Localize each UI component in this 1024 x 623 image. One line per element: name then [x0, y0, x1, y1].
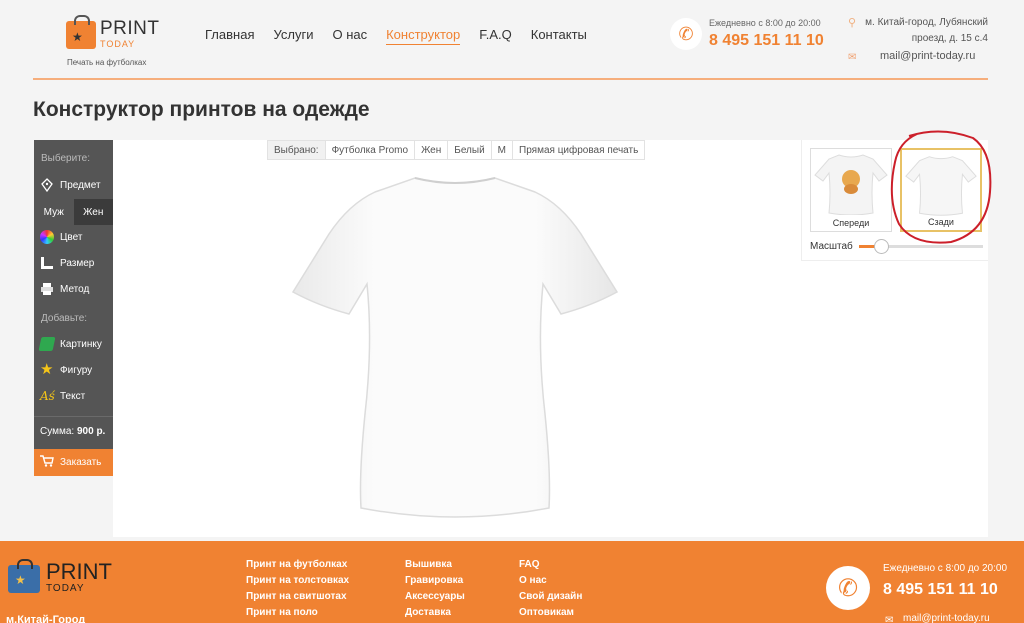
footer-col-services: Вышивка Гравировка Аксессуары Доставка [405, 557, 465, 621]
footer-link[interactable]: FAQ [519, 557, 582, 573]
logo-print-text: PRINT [100, 18, 160, 39]
footer-logo-icon: ★ [8, 559, 40, 593]
selection-label: Выбрано: [268, 141, 325, 159]
sum-label: Сумма: [40, 426, 75, 437]
sidebar-item-label: Картинку [60, 338, 102, 350]
footer-link[interactable]: Вышивка [405, 557, 465, 573]
footer-phone[interactable]: 8 495 151 11 10 [883, 581, 998, 599]
view-panel-empty-area [801, 260, 988, 537]
selection-product: Футболка Promo [324, 141, 414, 159]
scale-slider-handle[interactable] [874, 239, 890, 254]
sidebar-item-shape[interactable]: ★ Фигуру [40, 361, 92, 379]
footer-link[interactable]: Оптовикам [519, 605, 582, 621]
sidebar-item-label: Цвет [60, 231, 83, 243]
design-canvas[interactable]: Выбрано: Футболка Promo Жен Белый M Прям… [113, 140, 801, 537]
header-email[interactable]: mail@print-today.ru [880, 50, 975, 62]
header-hours: Ежедневно с 8:00 до 20:00 [709, 18, 821, 28]
footer-link[interactable]: Свой дизайн [519, 589, 582, 605]
tshirt-front-thumb-image [814, 154, 888, 215]
sidebar-item-product[interactable]: Предмет [40, 176, 101, 194]
sidebar-item-size[interactable]: Размер [40, 254, 94, 272]
nav-home[interactable]: Главная [205, 27, 254, 45]
tshirt-back-image [291, 177, 619, 518]
footer-link[interactable]: Принт на поло [246, 605, 349, 621]
text-icon: Aś [40, 389, 55, 403]
nav-services[interactable]: Услуги [273, 27, 313, 45]
sex-toggle: Муж Жен [34, 199, 113, 225]
footer-col-info: FAQ О нас Свой дизайн Оптовикам [519, 557, 582, 621]
footer-link[interactable]: Принт на свитшотах [246, 589, 349, 605]
selection-method: Прямая цифровая печать [512, 141, 644, 159]
sum-value: 900 р. [76, 426, 106, 437]
ruler-icon [40, 256, 54, 270]
sidebar-item-picture[interactable]: Картинку [38, 335, 102, 353]
sex-female-button[interactable]: Жен [73, 199, 113, 225]
footer-phone-icon: ✆ [826, 566, 870, 610]
selection-size: M [490, 141, 512, 159]
star-icon: ★ [40, 361, 54, 378]
nav-contacts[interactable]: Контакты [531, 27, 587, 45]
sidebar-item-color[interactable]: Цвет [40, 228, 82, 246]
header-address: м. Китай-город, Лубянский проезд, д. 15 … [865, 17, 988, 44]
sidebar-item-label: Текст [60, 390, 86, 402]
footer-link[interactable]: Принт на футболках [246, 557, 349, 573]
nav-constructor[interactable]: Конструктор [386, 27, 461, 45]
sidebar-item-label: Фигуру [60, 364, 93, 376]
sidebar-divider [34, 416, 113, 417]
cart-icon [40, 455, 54, 470]
sidebar-item-label: Метод [60, 283, 90, 295]
mail-icon: ✉ [848, 52, 857, 63]
pen-nib-icon [40, 178, 54, 193]
footer-logo-today: TODAY [46, 583, 85, 594]
logo-tagline: Печать на футболках [67, 58, 147, 67]
selection-sex: Жен [414, 141, 447, 159]
header-divider [33, 78, 988, 80]
phone-icon: ✆ [670, 18, 702, 50]
order-sum: Сумма: 900 р. [40, 426, 105, 437]
sidebar-item-method[interactable]: Метод [40, 280, 89, 298]
header-phone[interactable]: 8 495 151 11 10 [709, 32, 824, 50]
footer-link[interactable]: Гравировка [405, 573, 465, 589]
site-logo[interactable]: ★ PRINT TODAY Печать на футболках [66, 15, 176, 68]
logo-today-text: TODAY [100, 39, 136, 49]
page-title: Конструктор принтов на одежде [33, 98, 370, 121]
sidebar-item-label: Размер [60, 257, 95, 269]
footer-link[interactable]: О нас [519, 573, 582, 589]
sidebar-item-text[interactable]: Aś Текст [40, 387, 85, 405]
color-wheel-icon [40, 230, 54, 244]
choose-label: Выберите: [41, 153, 90, 164]
sex-male-button[interactable]: Муж [34, 199, 74, 225]
add-label: Добавьте: [41, 313, 88, 324]
order-button[interactable]: Заказать [34, 449, 113, 476]
nav-faq[interactable]: F.A.Q [479, 27, 512, 45]
footer-logo-print: PRINT [46, 559, 112, 584]
nav-about[interactable]: О нас [332, 27, 367, 45]
footer-metro: м.Китай-Город [6, 614, 86, 623]
annotation-circle [890, 130, 992, 244]
site-footer: ★ PRINT TODAY м.Китай-Город Принт на фут… [0, 541, 1024, 623]
constructor-sidebar: Выберите: Предмет Муж Жен Цвет Размер Ме… [34, 140, 113, 476]
footer-col-prints: Принт на футболках Принт на толстовках П… [246, 557, 349, 621]
scale-label: Масштаб [810, 241, 853, 252]
footer-link[interactable]: Доставка [405, 605, 465, 621]
footer-link[interactable]: Аксессуары [405, 589, 465, 605]
footer-hours: Ежедневно с 8:00 до 20:00 [883, 563, 1008, 574]
sidebar-item-label: Предмет [60, 179, 101, 191]
view-front-thumb[interactable]: Спереди [810, 148, 892, 232]
selection-color: Белый [447, 141, 490, 159]
footer-link[interactable]: Принт на толстовках [246, 573, 349, 589]
order-label: Заказать [60, 457, 102, 468]
picture-icon [38, 337, 56, 351]
selection-summary: Выбрано: Футболка Promo Жен Белый M Прям… [267, 140, 646, 160]
footer-mail-icon: ✉ [885, 615, 894, 623]
shopping-bag-logo-icon: ★ [66, 15, 96, 49]
printer-icon [40, 282, 54, 296]
footer-email[interactable]: mail@print-today.ru [903, 613, 990, 623]
main-nav: Главная Услуги О нас Конструктор F.A.Q К… [205, 27, 587, 45]
view-front-label: Спереди [832, 218, 870, 228]
